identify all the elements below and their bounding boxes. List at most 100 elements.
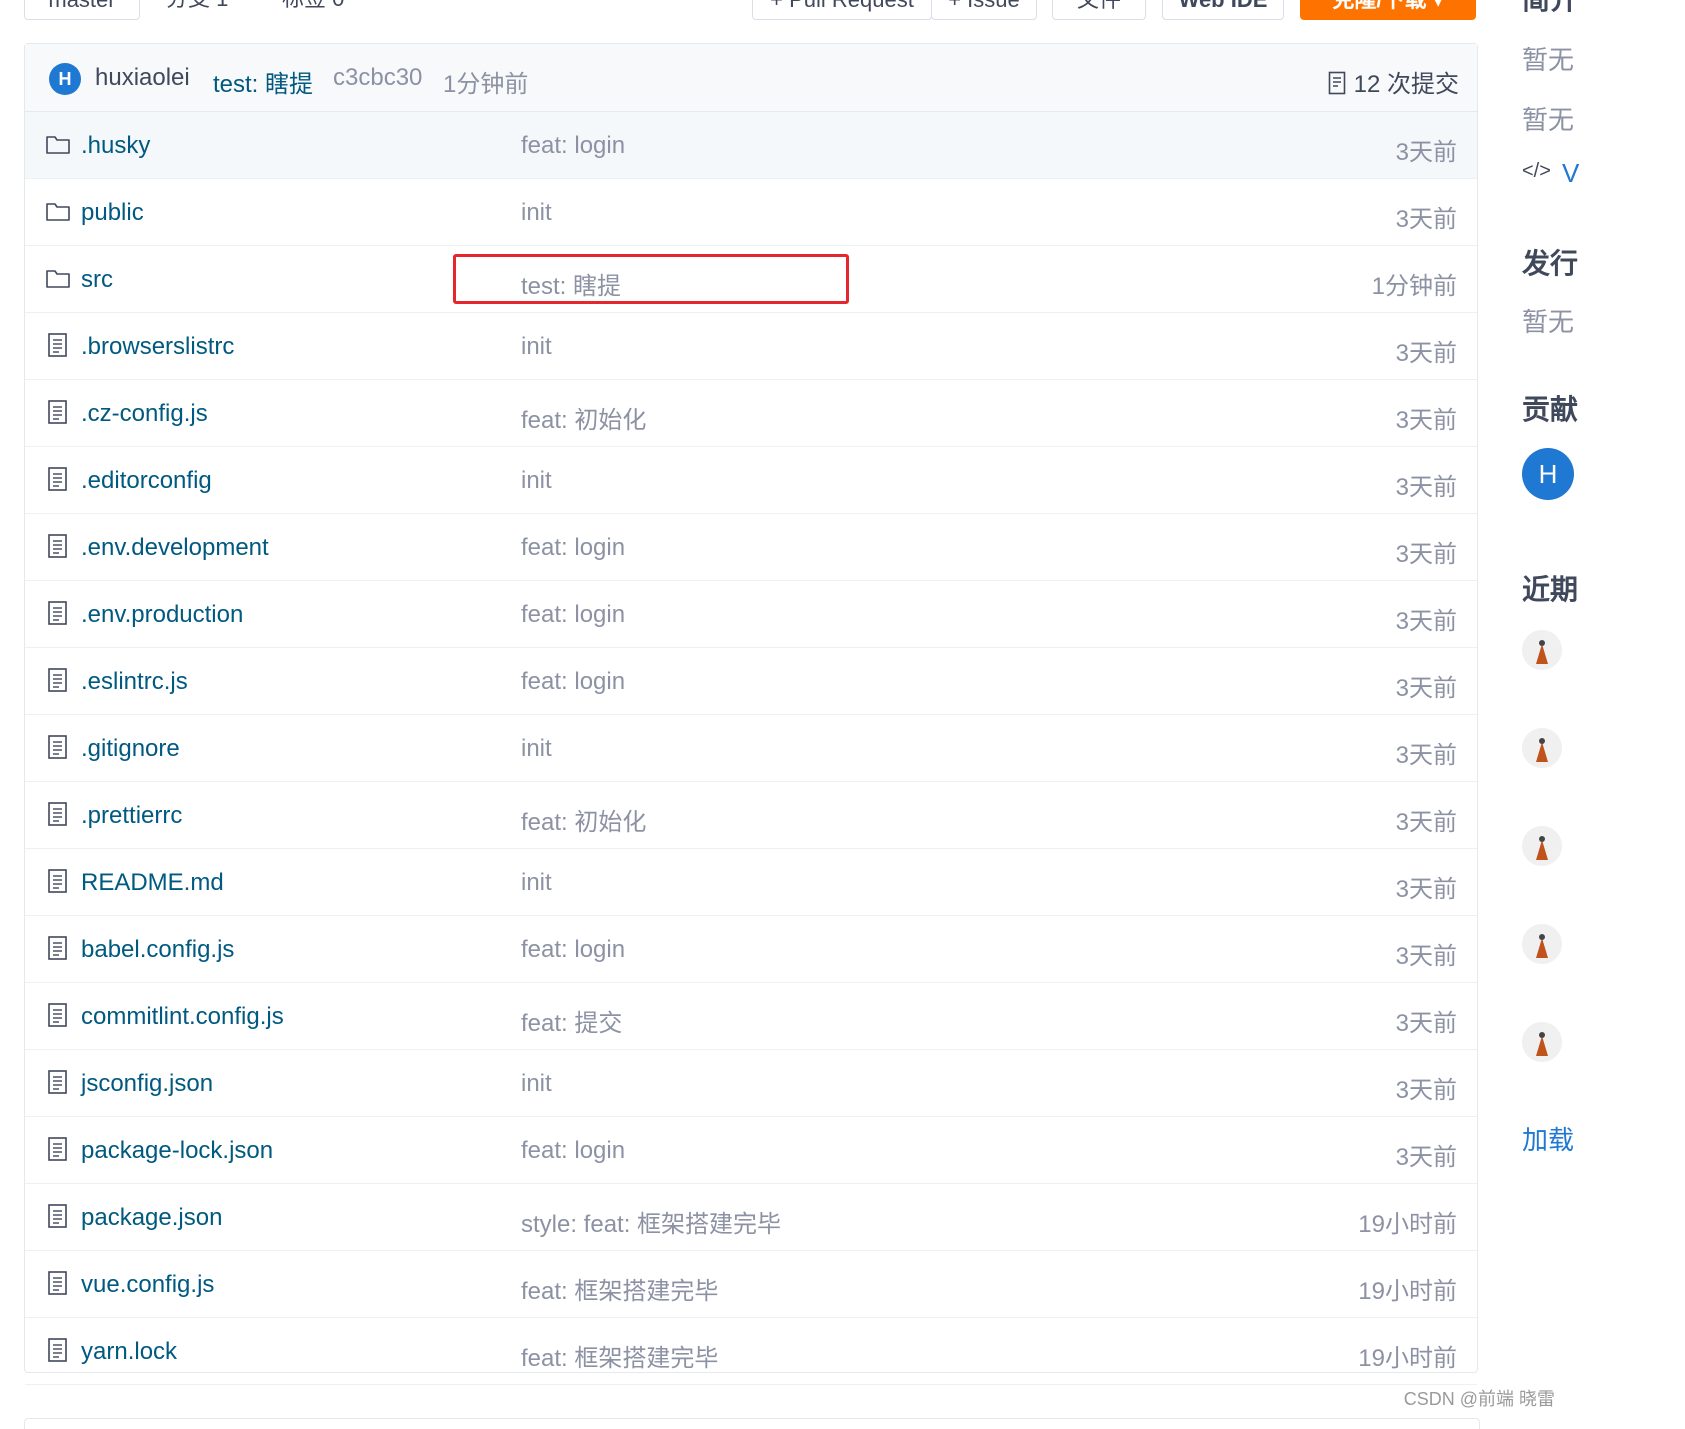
file-row[interactable]: .env.production feat: login 3天前 (25, 581, 1477, 648)
annotation-highlight-box (453, 254, 849, 304)
commit-time: 1分钟前 (443, 71, 529, 98)
contributor-avatar[interactable]: H (1522, 448, 1574, 500)
file-row[interactable]: src test: 瞎提 1分钟前 (25, 246, 1477, 313)
releases-heading: 发行 (1522, 248, 1579, 279)
file-row[interactable]: README.md init 3天前 (25, 849, 1477, 916)
recent-user-avatar[interactable] (1522, 728, 1562, 768)
file-row[interactable]: .editorconfig init 3天前 (25, 447, 1477, 514)
file-icon (45, 1270, 71, 1296)
file-icon (45, 801, 71, 827)
clone-download-button[interactable]: 克隆/下载 ▾ (1300, 0, 1476, 20)
file-commit-time: 3天前 (1395, 474, 1457, 501)
file-commit-message[interactable]: feat: 初始化 (521, 400, 646, 435)
file-commit-message[interactable]: feat: login (521, 668, 625, 696)
file-icon (45, 399, 71, 425)
load-more-link[interactable]: 加载 (1522, 1120, 1574, 1157)
file-row[interactable]: .browserslistrc init 3天前 (25, 313, 1477, 380)
file-row[interactable]: jsconfig.json init 3天前 (25, 1050, 1477, 1117)
file-name-link[interactable]: .env.production (81, 601, 243, 629)
branches-link[interactable]: 分支 1 (166, 0, 228, 20)
file-row[interactable]: .husky feat: login 3天前 (25, 112, 1477, 179)
file-commit-message[interactable]: init (521, 735, 552, 763)
file-commit-time: 3天前 (1395, 1010, 1457, 1037)
file-commit-time: 19小时前 (1358, 1211, 1457, 1238)
file-icon (45, 600, 71, 626)
file-commit-message[interactable]: feat: 框架搭建完毕 (521, 1338, 718, 1373)
file-name-link[interactable]: .env.development (81, 534, 269, 562)
file-row[interactable]: yarn.lock feat: 框架搭建完毕 19小时前 (25, 1318, 1477, 1385)
file-row[interactable]: .prettierrc feat: 初始化 3天前 (25, 782, 1477, 849)
file-commit-message[interactable]: feat: login (521, 936, 625, 964)
file-commit-message[interactable]: init (521, 467, 552, 495)
file-row[interactable]: .gitignore init 3天前 (25, 715, 1477, 782)
file-row[interactable]: .eslintrc.js feat: login 3天前 (25, 648, 1477, 715)
file-name-link[interactable]: commitlint.config.js (81, 1003, 284, 1031)
file-commit-time: 3天前 (1395, 340, 1457, 367)
files-button[interactable]: 文件 (1052, 0, 1146, 20)
author-avatar[interactable]: H (49, 63, 81, 95)
file-commit-message[interactable]: test: 瞎提 (521, 266, 621, 301)
file-name-link[interactable]: README.md (81, 869, 224, 897)
file-commit-time: 3天前 (1395, 608, 1457, 635)
web-ide-label: Web IDE (1179, 0, 1268, 12)
repo-toolbar: master 分支 1 标签 0 + Pull Request + Issue … (0, 0, 1600, 22)
file-name-link[interactable]: .husky (81, 132, 150, 160)
web-ide-button[interactable]: Web IDE (1162, 0, 1284, 20)
file-name-link[interactable]: yarn.lock (81, 1338, 177, 1366)
file-name-link[interactable]: .cz-config.js (81, 400, 208, 428)
file-name-link[interactable]: src (81, 266, 113, 294)
recent-user-avatar[interactable] (1522, 1022, 1562, 1062)
branch-selector[interactable]: master (24, 0, 140, 20)
commit-author[interactable]: huxiaolei (95, 64, 190, 92)
file-commit-message[interactable]: feat: 框架搭建完毕 (521, 1271, 718, 1306)
file-commit-message[interactable]: init (521, 1070, 552, 1098)
recent-user-avatar[interactable] (1522, 826, 1562, 866)
pull-request-button[interactable]: + Pull Request (752, 0, 932, 20)
commit-message[interactable]: test: 瞎提 (213, 64, 313, 99)
file-row[interactable]: vue.config.js feat: 框架搭建完毕 19小时前 (25, 1251, 1477, 1318)
file-name-link[interactable]: package.json (81, 1204, 222, 1232)
file-commit-message[interactable]: feat: login (521, 534, 625, 562)
file-name-link[interactable]: .eslintrc.js (81, 668, 188, 696)
file-commit-time: 3天前 (1395, 943, 1457, 970)
folder-icon (45, 198, 71, 224)
file-row[interactable]: package-lock.json feat: login 3天前 (25, 1117, 1477, 1184)
language-link[interactable]: V (1562, 158, 1579, 189)
file-row[interactable]: package.json style: feat: 框架搭建完毕 19小时前 (25, 1184, 1477, 1251)
commit-sha[interactable]: c3cbc30 (333, 64, 422, 92)
file-name-link[interactable]: .prettierrc (81, 802, 182, 830)
file-commit-message[interactable]: init (521, 869, 552, 897)
file-commit-message[interactable]: feat: login (521, 132, 625, 160)
file-row[interactable]: .env.development feat: login 3天前 (25, 514, 1477, 581)
file-commit-message[interactable]: style: feat: 框架搭建完毕 (521, 1204, 781, 1239)
intro-heading: 简介 (1522, 0, 1578, 18)
file-row[interactable]: babel.config.js feat: login 3天前 (25, 916, 1477, 983)
file-row[interactable]: public init 3天前 (25, 179, 1477, 246)
file-name-link[interactable]: .browserslistrc (81, 333, 234, 361)
recent-user-avatar[interactable] (1522, 630, 1562, 670)
commit-count-link[interactable]: 12 次提交 (1328, 64, 1459, 99)
recent-user-avatar[interactable] (1522, 924, 1562, 964)
file-name-link[interactable]: .gitignore (81, 735, 180, 763)
file-name-link[interactable]: package-lock.json (81, 1137, 273, 1165)
file-name-link[interactable]: .editorconfig (81, 467, 212, 495)
file-name-link[interactable]: public (81, 199, 144, 227)
file-row[interactable]: .cz-config.js feat: 初始化 3天前 (25, 380, 1477, 447)
tags-link[interactable]: 标签 0 (282, 0, 344, 20)
file-commit-message[interactable]: init (521, 199, 552, 227)
branch-label: master (48, 0, 115, 12)
file-icon (45, 734, 71, 760)
file-commit-message[interactable]: feat: 初始化 (521, 802, 646, 837)
file-commit-message[interactable]: init (521, 333, 552, 361)
file-commit-message[interactable]: feat: 提交 (521, 1003, 622, 1038)
file-name-link[interactable]: jsconfig.json (81, 1070, 213, 1098)
issue-button[interactable]: + Issue (931, 0, 1037, 20)
file-name-link[interactable]: vue.config.js (81, 1271, 214, 1299)
file-commit-time: 19小时前 (1358, 1345, 1457, 1372)
file-commit-time: 1分钟前 (1371, 273, 1457, 300)
file-row[interactable]: commitlint.config.js feat: 提交 3天前 (25, 983, 1477, 1050)
file-name-link[interactable]: babel.config.js (81, 936, 234, 964)
file-commit-message[interactable]: feat: login (521, 601, 625, 629)
contributors-heading: 贡献 (1522, 394, 1579, 425)
file-commit-message[interactable]: feat: login (521, 1137, 625, 1165)
